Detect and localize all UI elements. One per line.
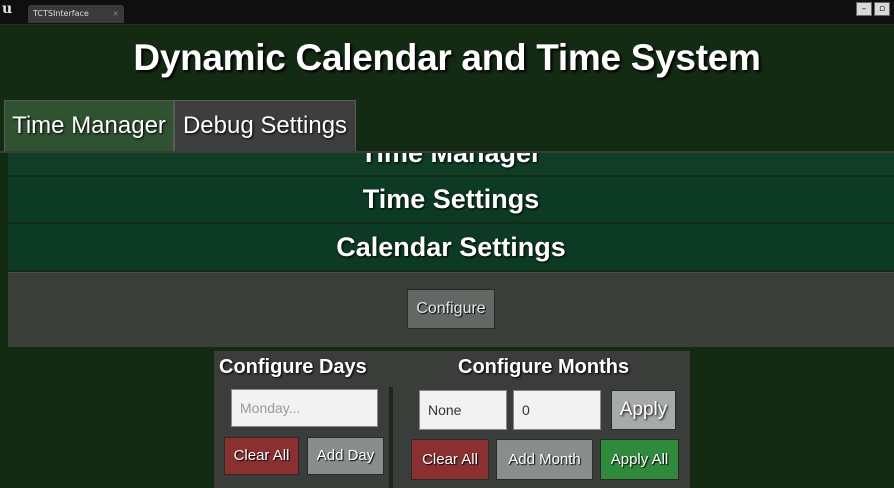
close-icon[interactable]: × bbox=[112, 5, 119, 23]
page-title: Dynamic Calendar and Time System bbox=[133, 37, 761, 78]
window-tab-title: TCTSInterface bbox=[33, 9, 89, 18]
month-name-input[interactable]: None bbox=[419, 390, 507, 430]
maximize-icon[interactable]: ▫ bbox=[874, 2, 890, 16]
tab-time-manager[interactable]: Time Manager bbox=[4, 100, 174, 152]
add-day-button[interactable]: Add Day bbox=[307, 437, 384, 475]
window-controls: – ▫ bbox=[856, 2, 890, 16]
window-titlebar: u TCTSInterface × – ▫ bbox=[0, 0, 894, 25]
column-divider bbox=[389, 387, 393, 488]
configure-months-heading: Configure Months bbox=[458, 356, 630, 378]
tab-debug-settings[interactable]: Debug Settings bbox=[174, 100, 356, 152]
apply-all-button[interactable]: Apply All bbox=[600, 439, 679, 480]
configure-days-heading: Configure Days bbox=[219, 356, 367, 378]
add-month-button[interactable]: Add Month bbox=[496, 439, 593, 480]
configure-button[interactable]: Configure bbox=[407, 289, 495, 329]
clear-all-days-button[interactable]: Clear All bbox=[224, 437, 299, 475]
apply-month-button[interactable]: Apply bbox=[611, 390, 676, 430]
section-calendar-settings[interactable]: Calendar Settings bbox=[8, 224, 894, 270]
unreal-logo-icon: u bbox=[2, 1, 13, 17]
main-content: Dynamic Calendar and Time System Time Ma… bbox=[0, 25, 894, 488]
section-time-settings[interactable]: Time Settings bbox=[8, 177, 894, 222]
section-list: Time Manager Time Settings Calendar Sett… bbox=[8, 153, 894, 270]
minimize-icon[interactable]: – bbox=[856, 2, 872, 16]
configure-box: Configure Days Configure Months Monday..… bbox=[214, 351, 690, 488]
day-name-input[interactable]: Monday... bbox=[231, 389, 378, 427]
section-time-manager[interactable]: Time Manager bbox=[8, 153, 894, 175]
month-days-input[interactable]: 0 bbox=[513, 390, 601, 430]
configure-panel: Configure bbox=[8, 272, 894, 347]
window-tab[interactable]: TCTSInterface × bbox=[28, 5, 124, 23]
clear-all-months-button[interactable]: Clear All bbox=[411, 439, 489, 480]
